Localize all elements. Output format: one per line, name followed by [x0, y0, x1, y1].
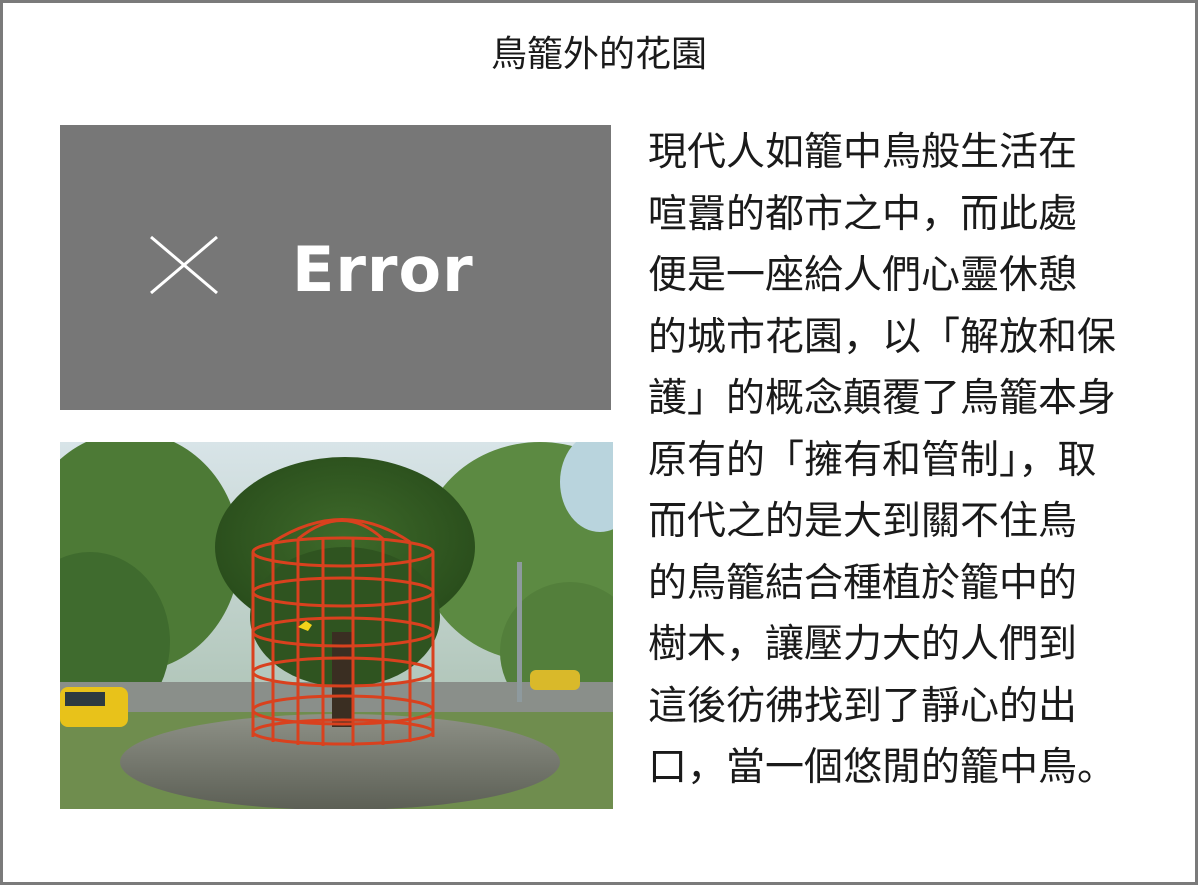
paragraph-line: 而代之的是大到關不住鳥 — [648, 499, 1078, 544]
cage-tree-photo — [60, 442, 613, 809]
paragraph-line: 原有的「擁有和管制」，取 — [648, 437, 1097, 483]
paragraph-line: 現代人如籠中鳥般生活在 — [648, 130, 1078, 175]
paragraph-line: 這後彷彿找到了靜心的出 — [648, 683, 1078, 729]
page-title: 鳥籠外的花園 — [490, 34, 707, 75]
paragraph-line: 的鳥籠結合種植於籠中的 — [648, 560, 1078, 606]
paragraph-line: 喧囂的都市之中，而此處 — [648, 191, 1078, 237]
paragraph-line: 便是一座給人們心靈休憩 — [648, 253, 1078, 298]
paragraph-line: 樹木，讓壓力大的人們到 — [648, 622, 1078, 667]
paragraph-line: 的城市花園，以「解放和保 — [648, 314, 1117, 360]
close-x-icon — [150, 235, 218, 295]
paragraph-line: 護」的概念顛覆了鳥籠本身 — [648, 376, 1117, 421]
error-label: Error — [292, 233, 474, 306]
paragraph-line: 口，當一個悠閒的籠中鳥。 — [648, 745, 1117, 790]
description-paragraph: 現代人如籠中鳥般生活在 喧囂的都市之中，而此處 便是一座給人們心靈休憩 的城市花… — [648, 122, 1188, 799]
